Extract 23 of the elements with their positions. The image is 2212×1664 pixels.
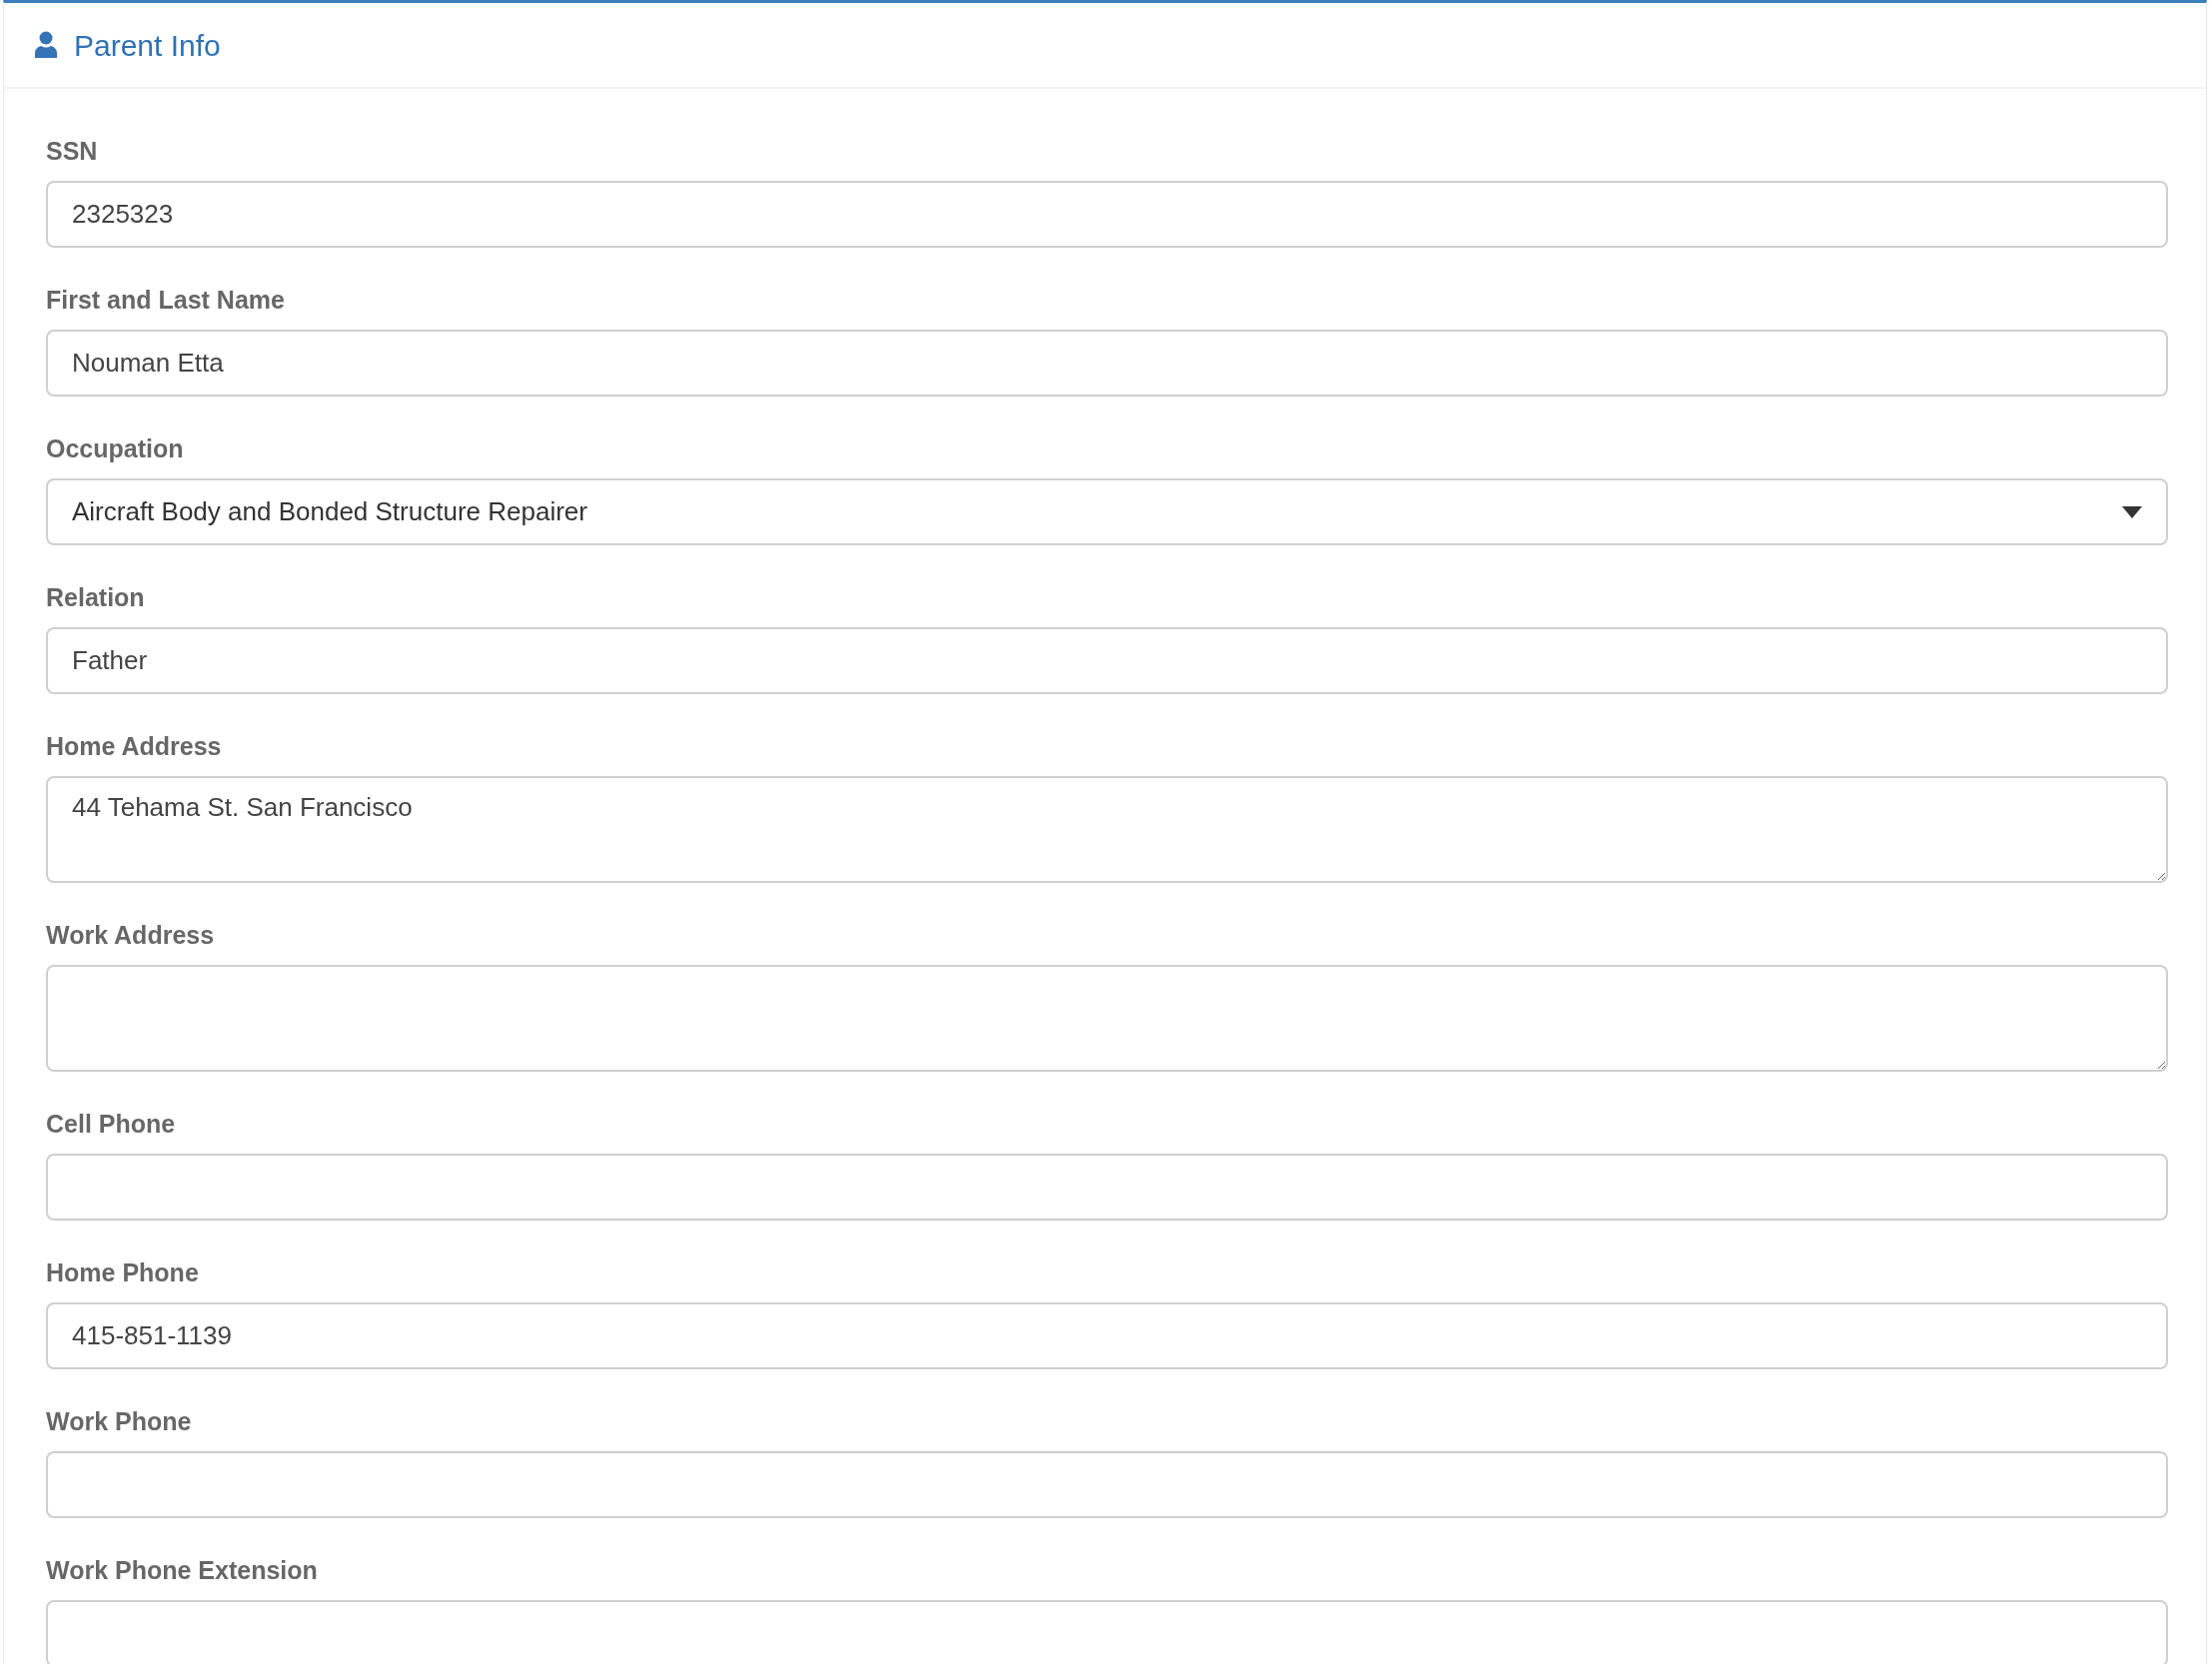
user-icon: [34, 31, 58, 59]
occupation-dropdown[interactable]: Aircraft Body and Bonded Structure Repairer: [46, 478, 2168, 545]
input-field[interactable]: Father: [46, 627, 2168, 694]
field-label: Work Phone: [46, 1406, 192, 1437]
input-field[interactable]: Nouman Etta: [46, 330, 2168, 397]
input-field[interactable]: [46, 1600, 2168, 1664]
input-field[interactable]: 2325323: [46, 181, 2168, 248]
field-label: Cell Phone: [46, 1109, 176, 1140]
field-label: Work Phone Extension: [46, 1555, 318, 1586]
panel-title: Parent Info: [74, 27, 221, 64]
field-label: Work Address: [46, 920, 215, 951]
input-field[interactable]: [46, 1154, 2168, 1221]
input-field[interactable]: 415-851-1139: [46, 1302, 2168, 1369]
field-label: Home Phone: [46, 1257, 199, 1288]
input-field[interactable]: [46, 1451, 2168, 1518]
field-label: Relation: [46, 582, 145, 613]
field-label: Home Address: [46, 731, 222, 762]
field-label: Occupation: [46, 433, 184, 464]
field-label: SSN: [46, 136, 98, 167]
caret-icon: [2122, 505, 2142, 518]
field-label: First and Last Name: [46, 285, 285, 316]
textarea-field[interactable]: [46, 965, 2168, 1072]
textarea-field[interactable]: 44 Tehama St. San Francisco: [46, 776, 2168, 883]
